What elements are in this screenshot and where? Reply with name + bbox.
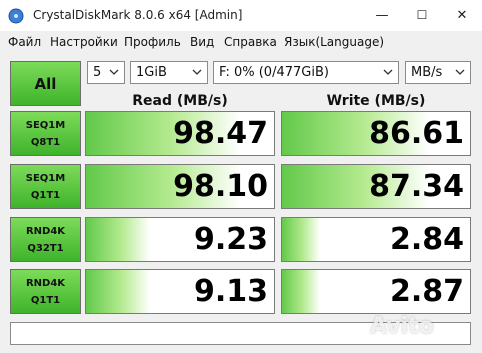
test-label-line2: Q1T1 (30, 294, 61, 306)
read-bar (86, 270, 150, 313)
read-result: 98.47 (85, 111, 275, 156)
size-value: 1GiB (136, 65, 167, 80)
read-result: 9.13 (85, 269, 275, 314)
read-value: 9.23 (193, 222, 268, 257)
menu-help[interactable]: Справка (224, 35, 277, 49)
size-select[interactable]: 1GiB (130, 61, 208, 84)
test-label-line1: RND4K (25, 225, 66, 237)
write-result: 2.87 (281, 269, 471, 314)
chevron-down-icon (192, 69, 202, 75)
write-value: 2.84 (389, 222, 464, 257)
chevron-down-icon (109, 69, 119, 75)
test-label-line2: Q32T1 (27, 242, 64, 254)
write-result: 86.61 (281, 111, 471, 156)
test-button-seq1m-q8t1[interactable]: SEQ1M Q8T1 (10, 111, 81, 156)
count-select[interactable]: 5 (87, 61, 125, 84)
read-result: 98.10 (85, 164, 275, 209)
read-result: 9.23 (85, 217, 275, 262)
write-header: Write (MB/s) (326, 93, 426, 109)
write-bar (282, 270, 320, 313)
chevron-down-icon (455, 69, 465, 75)
write-value: 87.34 (369, 169, 464, 204)
unit-select[interactable]: MB/s (405, 61, 471, 84)
menu-settings[interactable]: Настройки (50, 35, 118, 49)
menu-view[interactable]: Вид (190, 35, 214, 49)
test-label-line2: Q1T1 (30, 189, 61, 201)
menu-language[interactable]: Язык(Language) (284, 35, 384, 49)
all-button[interactable]: All (10, 61, 81, 106)
test-label-line2: Q8T1 (30, 136, 61, 148)
minimize-button[interactable]: — (362, 0, 402, 31)
read-value: 98.47 (173, 116, 268, 151)
drive-value: F: 0% (0/477GiB) (219, 65, 329, 80)
app-icon (8, 8, 24, 24)
test-label-line1: SEQ1M (25, 172, 66, 184)
menu-profile[interactable]: Профиль (124, 35, 181, 49)
window-title: CrystalDiskMark 8.0.6 x64 [Admin] (33, 8, 243, 22)
menu-bar: Файл Настройки Профиль Вид Справка Язык(… (0, 31, 482, 53)
write-value: 2.87 (389, 274, 464, 309)
title-bar: CrystalDiskMark 8.0.6 x64 [Admin] — ☐ ✕ (0, 0, 482, 31)
read-value: 98.10 (173, 169, 268, 204)
write-result: 87.34 (281, 164, 471, 209)
menu-file[interactable]: Файл (8, 35, 41, 49)
drive-select[interactable]: F: 0% (0/477GiB) (213, 61, 399, 84)
avito-watermark: Avito (370, 314, 434, 339)
test-button-rnd4k-q32t1[interactable]: RND4K Q32T1 (10, 217, 81, 262)
test-button-seq1m-q1t1[interactable]: SEQ1M Q1T1 (10, 164, 81, 209)
close-button[interactable]: ✕ (442, 0, 482, 31)
test-button-rnd4k-q1t1[interactable]: RND4K Q1T1 (10, 269, 81, 314)
unit-value: MB/s (411, 65, 443, 80)
read-bar (86, 218, 150, 261)
write-value: 86.61 (369, 116, 464, 151)
read-value: 9.13 (193, 274, 268, 309)
maximize-button[interactable]: ☐ (402, 0, 442, 31)
chevron-down-icon (383, 69, 393, 75)
write-result: 2.84 (281, 217, 471, 262)
count-value: 5 (93, 65, 102, 80)
read-header: Read (MB/s) (132, 93, 228, 109)
test-label-line1: RND4K (25, 277, 66, 289)
test-label-line1: SEQ1M (25, 119, 66, 131)
write-bar (282, 218, 320, 261)
